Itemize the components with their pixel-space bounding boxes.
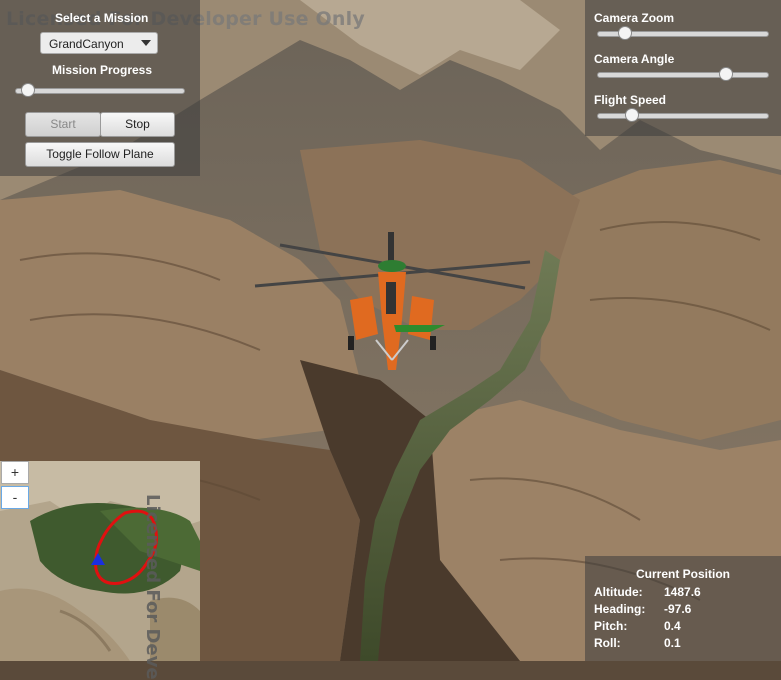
chevron-down-icon [141,40,151,46]
camera-zoom-slider[interactable] [597,26,769,40]
mission-dropdown[interactable]: GrandCanyon [40,32,158,54]
slider-thumb[interactable] [718,67,733,81]
select-mission-label: Select a Mission [55,11,149,25]
mission-panel: Select a Mission GrandCanyon Mission Pro… [0,0,200,176]
pitch-label: Pitch: [594,619,628,633]
start-button[interactable]: Start [25,112,101,137]
mission-dropdown-value: GrandCanyon [49,37,124,51]
mission-progress-label: Mission Progress [52,63,153,77]
slider-thumb[interactable] [617,26,632,40]
flight-speed-label: Flight Speed [594,93,666,107]
mission-progress-slider[interactable] [15,83,185,97]
camera-zoom-label: Camera Zoom [594,11,675,25]
flight-speed-slider[interactable] [597,108,769,122]
camera-angle-label: Camera Angle [594,52,675,66]
zoom-out-button[interactable]: - [1,486,29,509]
position-title: Current Position [635,567,730,581]
slider-track [597,113,769,119]
altitude-value: 1487.6 [664,585,701,599]
minimap[interactable]: + - [0,461,200,661]
roll-label: Roll: [594,636,621,650]
slider-thumb[interactable] [21,83,36,97]
stop-button[interactable]: Stop [100,112,175,137]
slider-track [15,88,185,94]
minimap-canvas[interactable] [0,461,200,661]
toggle-follow-plane-button[interactable]: Toggle Follow Plane [25,142,175,167]
heading-label: Heading: [594,602,646,616]
pitch-value: 0.4 [664,619,681,633]
roll-value: 0.1 [664,636,681,650]
slider-track [597,72,769,78]
slider-thumb[interactable] [625,108,640,122]
position-panel: Current Position Altitude: 1487.6 Headin… [585,556,781,661]
heading-value: -97.6 [664,602,692,616]
zoom-in-button[interactable]: + [1,461,29,484]
camera-panel: Camera Zoom Camera Angle Flight Speed [585,0,781,136]
minimap-license-watermark: Licensed For Deve [142,494,163,680]
camera-angle-slider[interactable] [597,67,769,81]
altitude-label: Altitude: [594,585,643,599]
